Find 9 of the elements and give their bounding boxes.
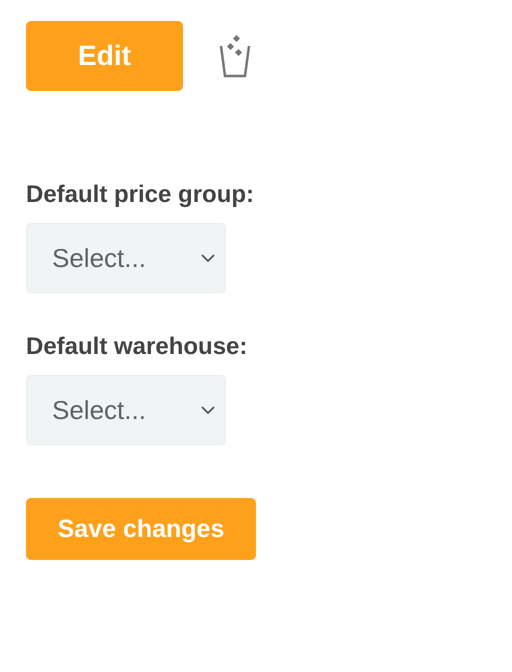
field-label: Default warehouse: <box>26 333 248 361</box>
select-dropdown[interactable]: Select... <box>26 375 226 445</box>
dropdown-placeholder: Select... <box>52 242 146 274</box>
chevron-down-icon <box>201 406 215 414</box>
field-label: Default price group: <box>26 181 256 209</box>
chevron-down-icon <box>201 254 215 262</box>
select-dropdown[interactable]: Select... <box>26 223 226 293</box>
trash-icon[interactable] <box>218 34 252 78</box>
dropdown-placeholder: Select... <box>52 394 146 426</box>
